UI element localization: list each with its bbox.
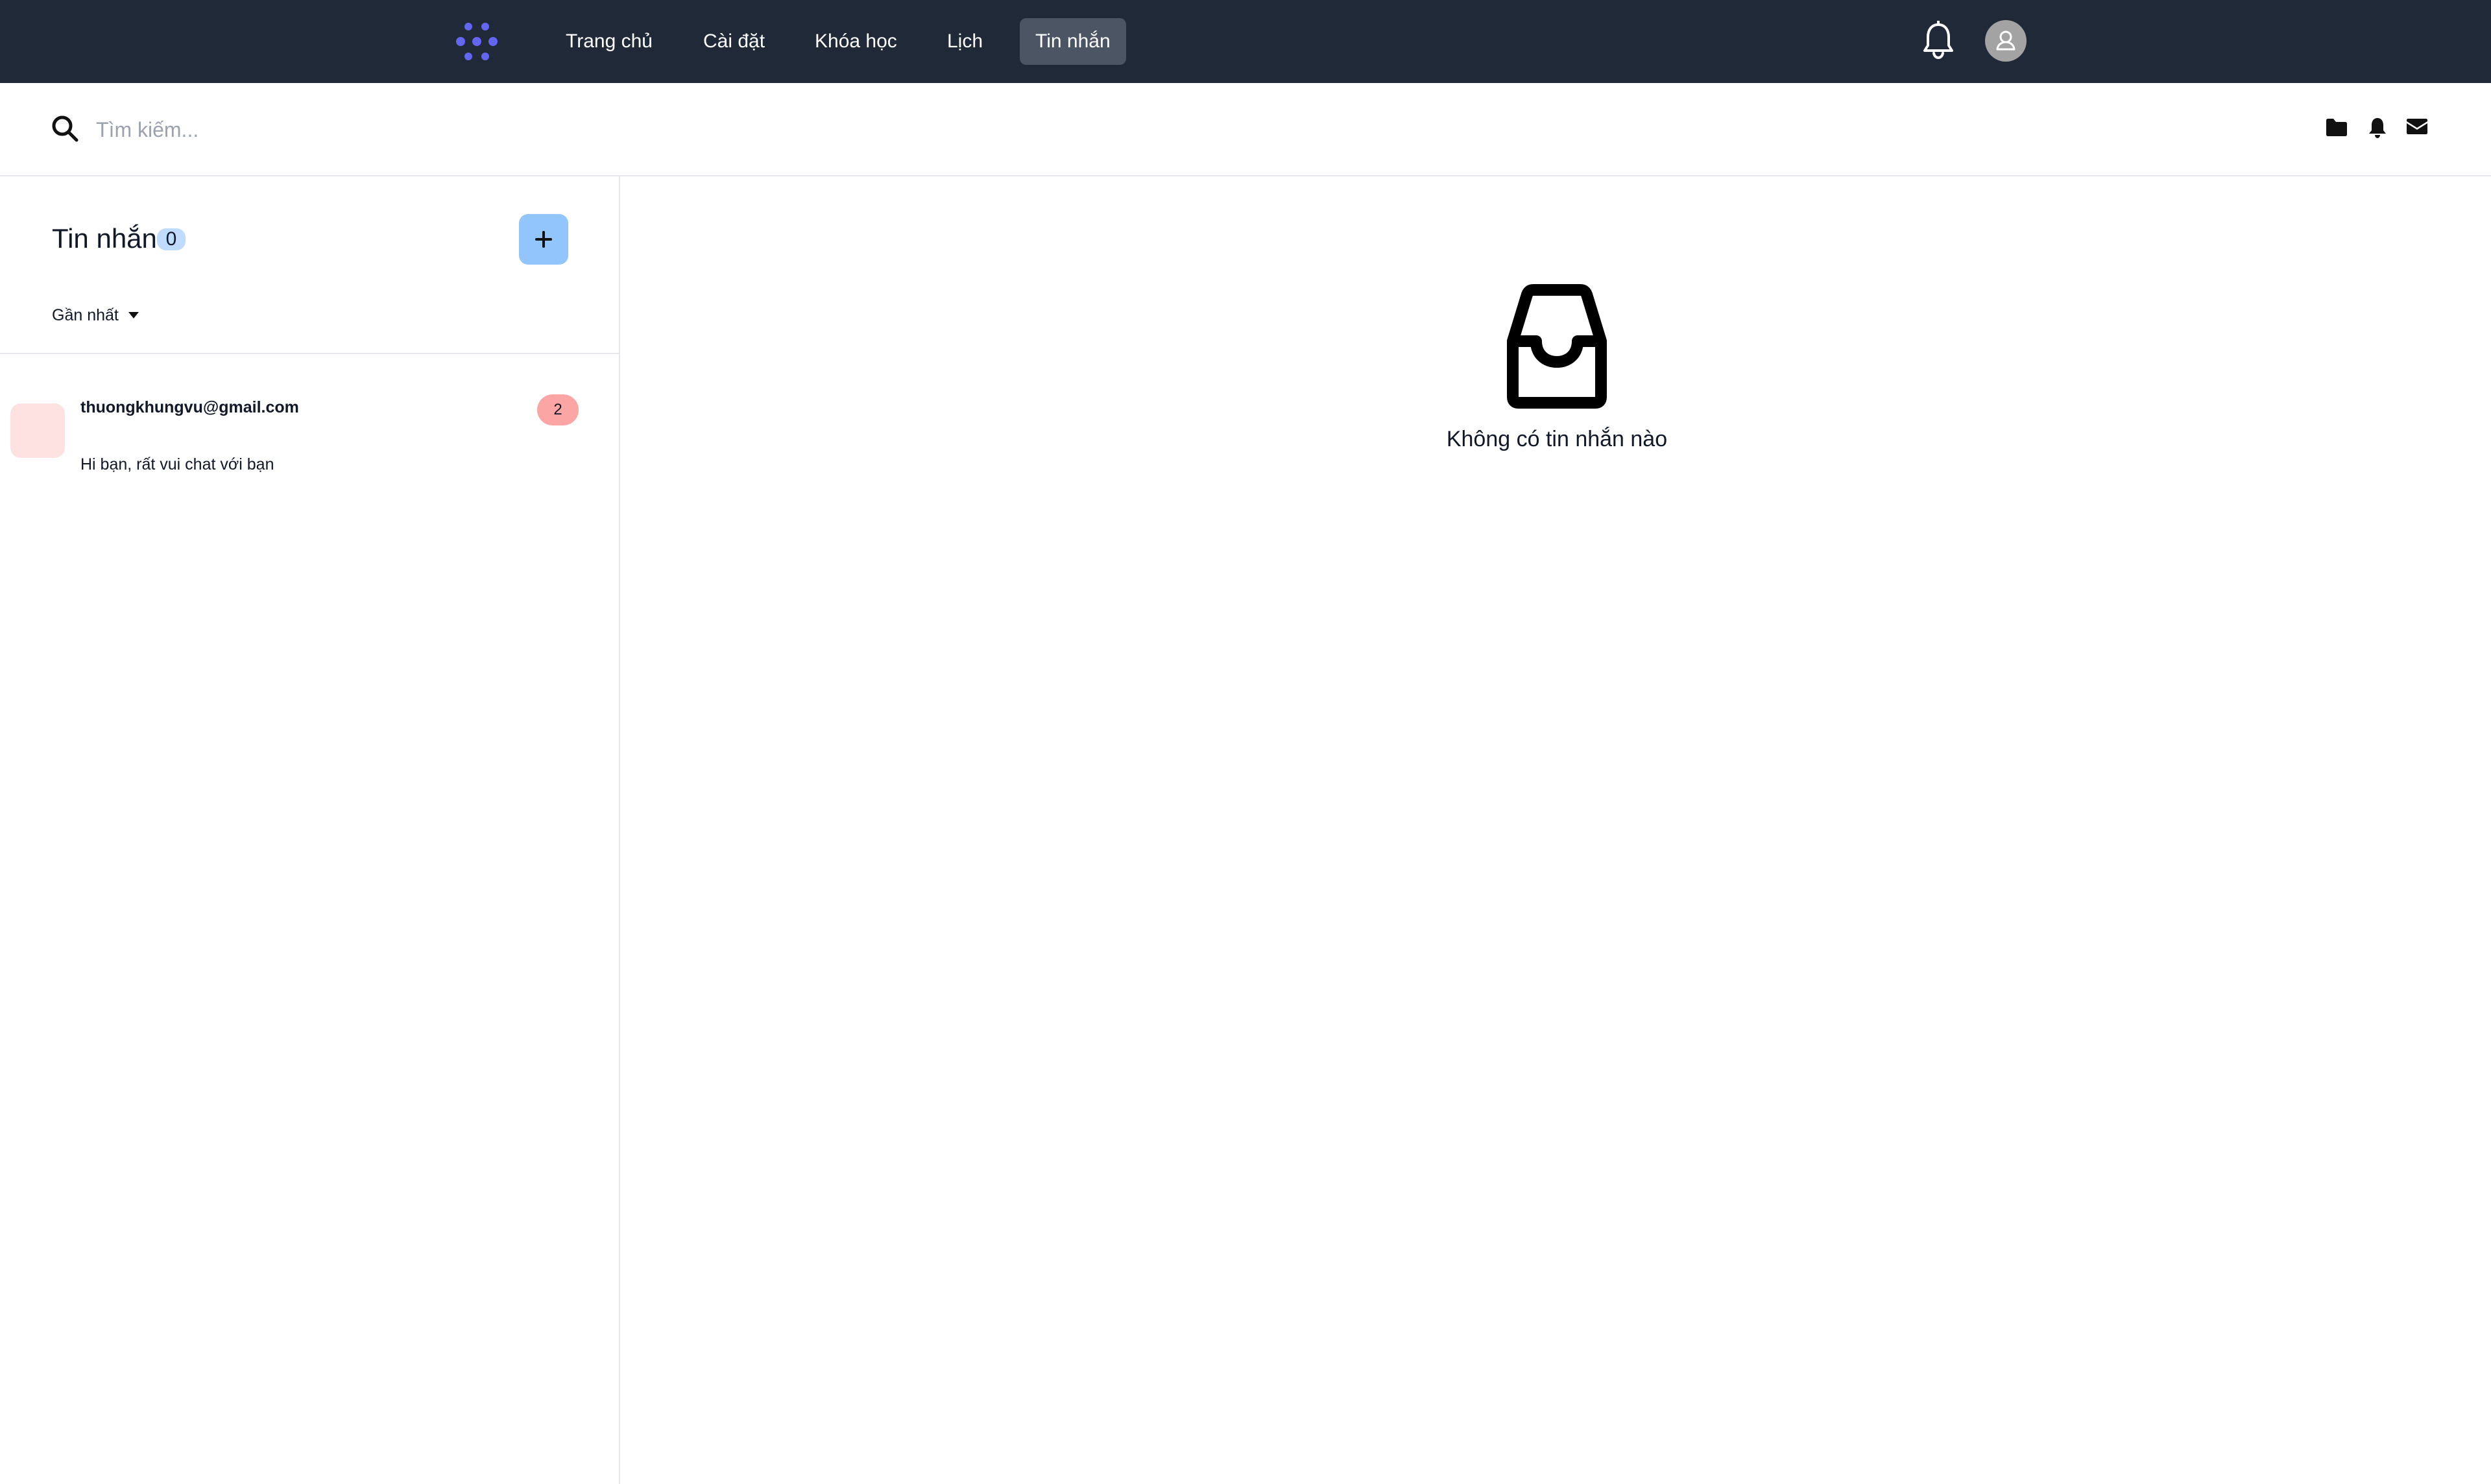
nav-item-home[interactable]: Trang chủ <box>550 18 668 65</box>
conversation-item[interactable]: thuongkhungvu@gmail.com 2 Hi bạn, rất vu… <box>0 377 619 488</box>
envelope-icon[interactable] <box>2405 117 2429 136</box>
search-bar <box>0 83 2491 176</box>
search-icon <box>52 115 78 142</box>
nav-item-courses[interactable]: Khóa học <box>799 18 913 65</box>
nav-item-calendar[interactable]: Lịch <box>932 18 998 65</box>
avatar <box>10 403 65 458</box>
bell-icon[interactable] <box>2368 117 2387 139</box>
divider <box>0 353 620 354</box>
conversation-sidebar: Tin nhắn 0 Gần nhất thuongkhungvu@gmail.… <box>0 176 620 1484</box>
conversation-name: thuongkhungvu@gmail.com <box>80 398 299 416</box>
top-navigation-bar: Trang chủ Cài đặt Khóa học Lịch Tin nhắn <box>0 0 2491 83</box>
empty-state-text: Không có tin nhắn nào <box>1446 427 1668 451</box>
folder-icon[interactable] <box>2325 117 2348 138</box>
user-avatar-icon <box>1996 30 2016 51</box>
page-title: Tin nhắn <box>52 223 157 254</box>
caret-down-icon <box>128 312 139 318</box>
search-input[interactable] <box>96 109 1264 150</box>
message-count-badge: 0 <box>157 228 186 250</box>
plus-icon <box>535 231 552 248</box>
user-avatar[interactable] <box>1985 20 2027 62</box>
sort-dropdown[interactable]: Gần nhất <box>52 304 139 327</box>
unread-count-badge: 2 <box>537 394 579 425</box>
nav-item-settings[interactable]: Cài đặt <box>688 18 780 65</box>
bell-icon[interactable] <box>1921 21 1955 60</box>
sort-label: Gần nhất <box>52 305 119 324</box>
nav-item-messages[interactable]: Tin nhắn <box>1020 18 1126 65</box>
logo-icon[interactable] <box>454 21 499 62</box>
conversation-preview: Hi bạn, rất vui chat với bạn <box>80 455 274 473</box>
inbox-icon <box>1507 284 1607 409</box>
new-conversation-button[interactable] <box>519 214 568 265</box>
